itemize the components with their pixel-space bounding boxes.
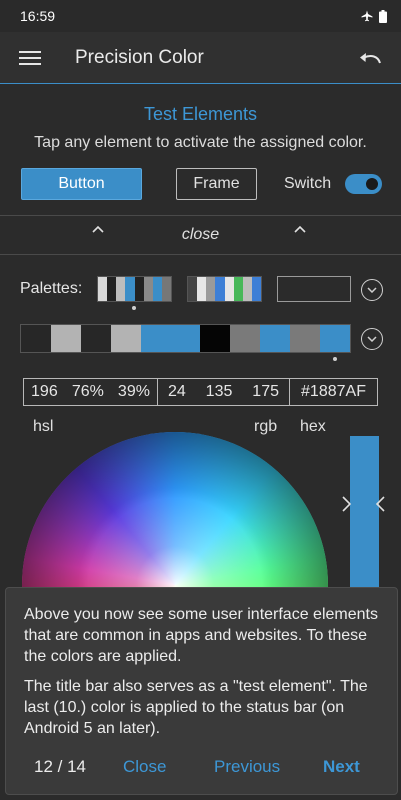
current-palette-swatch-8[interactable] (260, 325, 291, 352)
color-values-box[interactable]: 196 76% 39% 24 135 175 #1887AF (23, 378, 378, 406)
palette-2-swatch-5[interactable] (233, 277, 243, 301)
test-elements-panel: Test Elements Tap any element to activat… (0, 84, 401, 216)
undo-icon (360, 52, 381, 63)
palette-2-swatch-6[interactable] (242, 277, 252, 301)
palette-1-swatch-5[interactable] (143, 277, 153, 301)
chevron-down-icon (367, 336, 377, 342)
current-palette-swatch-3[interactable] (110, 325, 141, 352)
tutorial-dialog: Above you now see some user interface el… (5, 587, 398, 795)
hsl-mode-label[interactable]: hsl (33, 418, 53, 436)
hsl-lightness: 39% (117, 383, 150, 400)
current-palette-swatch-0[interactable] (21, 325, 51, 352)
current-palette-swatch-5[interactable] (170, 325, 201, 352)
test-frame-button[interactable]: Frame (176, 168, 257, 200)
tutorial-previous-button[interactable]: Previous (214, 757, 280, 777)
palette-2-swatch-0[interactable] (188, 277, 198, 301)
chevron-down-icon (367, 287, 377, 293)
palette-1-swatch-4[interactable] (134, 277, 144, 301)
lightness-slider[interactable] (350, 436, 379, 596)
palette-1-swatch-1[interactable] (107, 277, 117, 301)
palette-1-swatch-2[interactable] (116, 277, 126, 301)
app-title: Precision Color (75, 46, 204, 68)
palette-2[interactable] (187, 276, 262, 302)
palette-3-empty[interactable] (277, 276, 351, 302)
hex-mode-label[interactable]: hex (300, 418, 326, 436)
app-bar: Precision Color (0, 32, 401, 84)
slider-handle-arrows-icon[interactable] (337, 494, 389, 514)
hsl-saturation: 76% (71, 383, 104, 400)
battery-icon (379, 9, 387, 23)
tutorial-counter: 12 / 14 (34, 757, 86, 776)
current-palette-swatch-1[interactable] (50, 325, 81, 352)
status-time: 16:59 (20, 8, 56, 24)
hex-value[interactable]: #1887AF (290, 379, 377, 405)
tutorial-paragraph-2: The title bar also serves as a "test ele… (24, 678, 368, 737)
rgb-green: 135 (205, 383, 233, 400)
palette-1-swatch-6[interactable] (152, 277, 162, 301)
test-button[interactable]: Button (21, 168, 142, 200)
palette-1-swatch-7[interactable] (161, 277, 171, 301)
palette-1[interactable] (97, 276, 172, 302)
current-palette-swatch-6[interactable] (200, 325, 231, 352)
airplane-icon (361, 10, 373, 22)
selected-color-indicator (333, 357, 337, 361)
current-palette-swatch-2[interactable] (80, 325, 111, 352)
test-switch[interactable] (345, 174, 382, 194)
status-icons (361, 9, 387, 23)
current-palette-expand-button[interactable] (361, 328, 383, 350)
status-bar: 16:59 (0, 0, 401, 32)
current-palette-swatch-4[interactable] (140, 325, 171, 352)
switch-label[interactable]: Switch (284, 175, 331, 193)
palette-2-swatch-1[interactable] (197, 277, 207, 301)
selected-palette-indicator (132, 306, 136, 310)
collapse-label: close (181, 226, 220, 243)
test-elements-description[interactable]: Tap any element to activate the assigned… (0, 134, 401, 152)
collapse-row[interactable]: close (0, 217, 401, 255)
palette-2-swatch-2[interactable] (206, 277, 216, 301)
palettes-label: Palettes: (20, 280, 83, 297)
palette-2-swatch-7[interactable] (251, 277, 261, 301)
palette-1-swatch-3[interactable] (125, 277, 135, 301)
tutorial-paragraph-1: Above you now see some user interface el… (24, 606, 378, 665)
current-palette-strip[interactable] (20, 324, 351, 353)
rgb-values[interactable]: 24 135 175 (158, 379, 290, 405)
undo-button[interactable] (341, 32, 401, 84)
palettes-expand-button[interactable] (361, 279, 383, 301)
current-palette-swatch-7[interactable] (230, 325, 261, 352)
rgb-red: 24 (167, 383, 186, 400)
palette-1-swatch-0[interactable] (98, 277, 108, 301)
rgb-mode-label[interactable]: rgb (254, 418, 277, 436)
chevron-up-icon (294, 225, 306, 233)
tutorial-footer: 12 / 14 Close Previous Next (6, 752, 397, 782)
menu-button[interactable] (0, 32, 60, 84)
tutorial-next-button[interactable]: Next (323, 757, 360, 777)
test-elements-title[interactable]: Test Elements (0, 104, 401, 125)
rgb-blue: 175 (252, 383, 279, 400)
current-palette-swatch-10[interactable] (320, 325, 350, 352)
palette-2-swatch-4[interactable] (224, 277, 234, 301)
switch-knob (364, 176, 380, 192)
hsl-hue: 196 (31, 383, 58, 400)
current-palette-swatch-9[interactable] (290, 325, 321, 352)
hamburger-menu-icon (19, 50, 41, 65)
hsl-values[interactable]: 196 76% 39% (24, 379, 158, 405)
tutorial-close-button[interactable]: Close (123, 757, 166, 777)
palette-2-swatch-3[interactable] (215, 277, 225, 301)
